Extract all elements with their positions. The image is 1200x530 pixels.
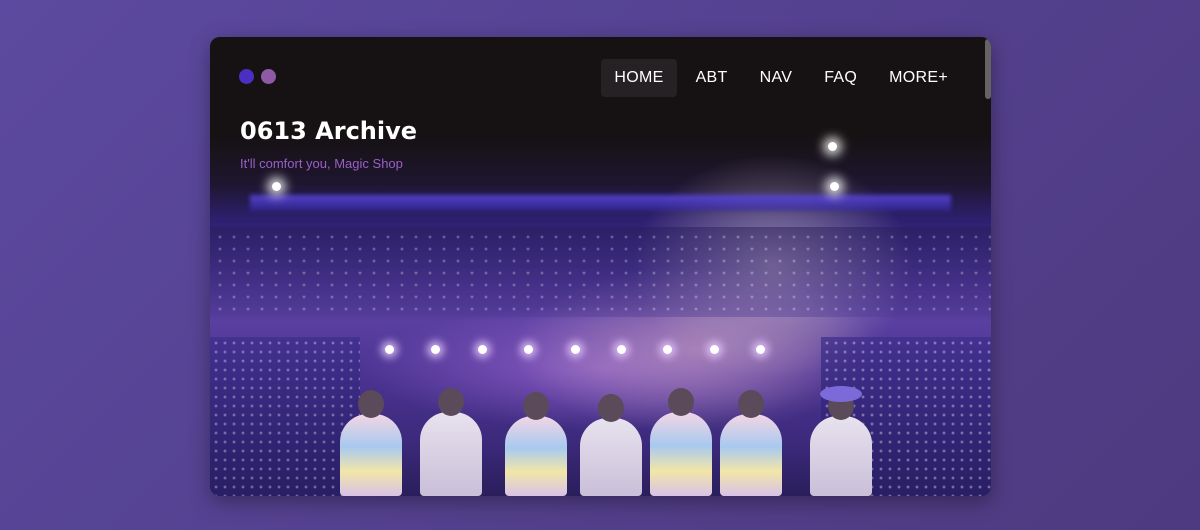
performer	[810, 386, 872, 496]
stage-light	[385, 345, 394, 354]
nav-abt[interactable]: ABT	[683, 59, 741, 97]
page-subtitle: It'll comfort you, Magic Shop	[240, 156, 403, 171]
performer-head	[668, 388, 694, 416]
spotlight-right-2	[830, 182, 839, 191]
performer	[720, 390, 782, 496]
browser-window: HOME ABT NAV FAQ MORE+ 0613 Archive It'l…	[210, 37, 991, 496]
performer-head	[358, 390, 384, 418]
stage-light	[756, 345, 765, 354]
performer-head	[738, 390, 764, 418]
performer	[340, 390, 402, 496]
page-title: 0613 Archive	[240, 117, 418, 145]
nav-nav[interactable]: NAV	[747, 59, 806, 97]
performer	[505, 392, 567, 496]
stage-light	[524, 345, 534, 354]
stage-lighting-rig	[250, 195, 951, 211]
performer-head	[438, 388, 464, 416]
nav-faq[interactable]: FAQ	[811, 59, 870, 97]
stage-light	[663, 345, 673, 354]
window-dot-purple[interactable]	[239, 69, 254, 84]
scrollbar[interactable]	[985, 39, 991, 99]
nav-home[interactable]: HOME	[601, 59, 677, 97]
nav-more[interactable]: MORE+	[876, 59, 961, 97]
stage-light	[709, 345, 719, 354]
stage-lights	[385, 345, 765, 355]
stage-light	[431, 345, 441, 354]
spotlight-right-1	[828, 142, 837, 151]
performer-head	[523, 392, 549, 420]
stage-light	[570, 345, 580, 354]
spotlight-left	[272, 182, 281, 191]
window-dots	[239, 69, 276, 84]
performers-silhouettes	[340, 386, 900, 496]
stage-light	[477, 345, 487, 354]
performer	[420, 388, 482, 496]
crowd-left	[210, 337, 360, 496]
top-navigation-bar: HOME ABT NAV FAQ MORE+	[210, 37, 991, 117]
stage-light	[616, 345, 626, 354]
performer-head	[820, 386, 862, 420]
performer	[580, 394, 642, 496]
performer	[650, 388, 712, 496]
performer-head	[598, 394, 624, 422]
main-nav: HOME ABT NAV FAQ MORE+	[601, 59, 961, 97]
crowd-lights	[210, 227, 991, 317]
window-dot-mauve[interactable]	[261, 69, 276, 84]
